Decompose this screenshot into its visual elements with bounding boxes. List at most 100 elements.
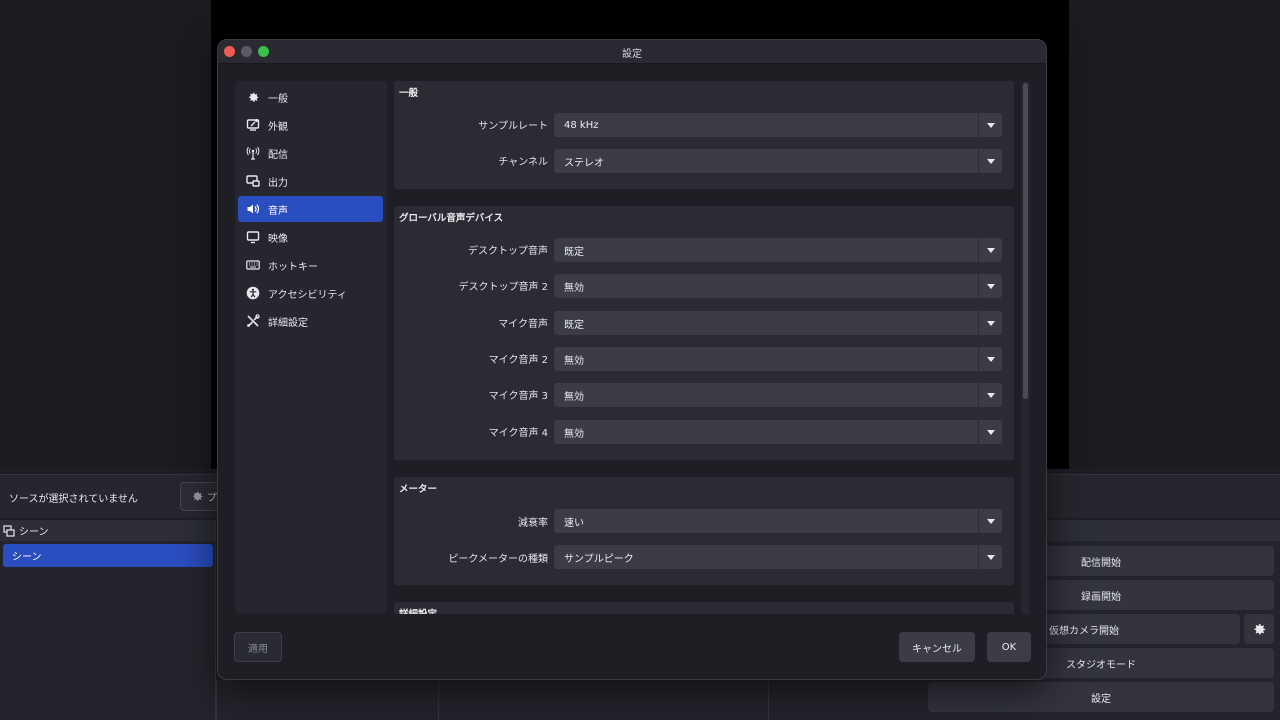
sample-rate-label: サンプルレート: [478, 121, 548, 132]
mic-audio-3-select[interactable]: 無効: [554, 383, 1002, 407]
desktop-audio-2-select[interactable]: 無効: [554, 274, 1002, 298]
keyboard-icon: [246, 258, 260, 272]
properties-button-label: プ: [207, 493, 217, 504]
accessibility-icon: [246, 286, 260, 300]
group-title: メーター: [399, 484, 438, 495]
advanced-group: 詳細設定: [394, 602, 1014, 614]
no-source-label: ソースが選択されていません: [9, 494, 138, 505]
gear-icon: [193, 491, 203, 501]
group-title: 一般: [399, 88, 419, 99]
nav-item-label: ホットキー: [268, 261, 318, 273]
desktop-audio-2-label: デスクトップ音声 2: [458, 282, 548, 293]
decay-rate-label: 減衰率: [518, 518, 548, 529]
chevron-down-icon: [978, 383, 1002, 407]
mic-audio-3-label: マイク音声 3: [488, 391, 548, 402]
scenes-header-label: シーン: [19, 527, 49, 538]
ok-button[interactable]: OK: [987, 632, 1031, 662]
tools-icon: [246, 314, 260, 328]
scenes-icon: [3, 524, 15, 537]
speaker-icon: [246, 202, 260, 216]
nav-item-label: 出力: [268, 177, 288, 189]
nav-item-label: 映像: [268, 233, 288, 245]
peak-meter-type-value: サンプルピーク: [564, 553, 634, 565]
channels-label: チャンネル: [498, 157, 548, 168]
apply-button[interactable]: 適用: [234, 632, 282, 662]
desktop-audio-label: デスクトップ音声: [468, 246, 548, 257]
chevron-down-icon: [978, 545, 1002, 569]
nav-item-label: アクセシビリティ: [268, 289, 347, 301]
channels-value: ステレオ: [564, 157, 604, 169]
chevron-down-icon: [978, 149, 1002, 173]
monitor-icon: [246, 230, 260, 244]
dialog-title: 設定: [622, 49, 642, 60]
scene-list-item[interactable]: シーン: [3, 544, 213, 567]
background-right-panel: [1069, 0, 1280, 469]
dialog-titlebar: 設定: [218, 40, 1046, 64]
chevron-down-icon: [978, 509, 1002, 533]
peak-meter-type-select[interactable]: サンプルピーク: [554, 545, 1002, 569]
nav-item-audio[interactable]: 音声: [238, 196, 383, 222]
cancel-button[interactable]: キャンセル: [899, 632, 975, 662]
scenes-dock: シーン シーン: [0, 520, 216, 720]
mic-audio-2-select[interactable]: 無効: [554, 347, 1002, 371]
nav-item-hotkeys[interactable]: ホットキー: [238, 252, 383, 278]
nav-item-advanced[interactable]: 詳細設定: [238, 308, 383, 334]
mic-audio-select[interactable]: 既定: [554, 311, 1002, 335]
chevron-down-icon: [978, 238, 1002, 262]
chevron-down-icon: [978, 274, 1002, 298]
general-group: 一般 サンプルレート 48 kHz チャンネル ステレオ: [394, 81, 1014, 189]
appearance-icon: [246, 118, 260, 132]
mixer-dock-remnant: [438, 680, 768, 720]
chevron-down-icon: [978, 311, 1002, 335]
gear-icon: [246, 90, 260, 104]
group-title: 詳細設定: [399, 606, 437, 614]
mic-audio-4-label: マイク音声 4: [488, 428, 548, 439]
sample-rate-select[interactable]: 48 kHz: [554, 113, 1002, 137]
virtual-camera-settings-button[interactable]: [1244, 614, 1274, 644]
nav-item-stream[interactable]: 配信: [238, 140, 383, 166]
channels-select[interactable]: ステレオ: [554, 149, 1002, 173]
decay-rate-select[interactable]: 速い: [554, 509, 1002, 533]
nav-item-label: 配信: [268, 149, 288, 161]
nav-item-general[interactable]: 一般: [238, 84, 383, 110]
desktop-audio-value: 既定: [564, 246, 584, 258]
desktop-audio-select[interactable]: 既定: [554, 238, 1002, 262]
nav-item-appearance[interactable]: 外観: [238, 112, 383, 138]
mic-audio-2-value: 無効: [564, 355, 584, 367]
chevron-down-icon: [978, 113, 1002, 137]
settings-dialog: 設定 一般 外観 配信 出力 音声 映像 ホットキー アクセシビリティ 詳細設定…: [217, 39, 1047, 680]
mic-audio-2-label: マイク音声 2: [488, 355, 548, 366]
chevron-down-icon: [978, 347, 1002, 371]
mic-audio-4-value: 無効: [564, 428, 584, 440]
nav-item-label: 音声: [268, 205, 288, 217]
nav-item-label: 外観: [268, 121, 288, 133]
nav-item-label: 一般: [268, 93, 288, 105]
mic-audio-3-value: 無効: [564, 391, 584, 403]
sample-rate-value: 48 kHz: [564, 119, 599, 131]
nav-item-label: 詳細設定: [268, 317, 308, 329]
content-scrollbar[interactable]: [1021, 81, 1030, 614]
audio-settings-content: 一般 サンプルレート 48 kHz チャンネル ステレオ グローバル音声デバイス…: [394, 81, 1014, 614]
nav-item-video[interactable]: 映像: [238, 224, 383, 250]
settings-nav: 一般 外観 配信 出力 音声 映像 ホットキー アクセシビリティ 詳細設定: [235, 81, 387, 613]
peak-meter-type-label: ピークメーターの種類: [448, 554, 548, 565]
settings-button[interactable]: 設定: [928, 682, 1274, 712]
group-title: グローバル音声デバイス: [399, 213, 504, 224]
chevron-down-icon: [978, 420, 1002, 444]
background-left-panel: [0, 0, 211, 469]
decay-rate-value: 速い: [564, 517, 584, 529]
global-audio-devices-group: グローバル音声デバイス デスクトップ音声 既定 デスクトップ音声 2 無効 マイ…: [394, 206, 1014, 460]
mic-audio-value: 既定: [564, 319, 584, 331]
scrollbar-thumb[interactable]: [1023, 83, 1028, 399]
scenes-header: シーン: [0, 520, 215, 541]
broadcast-icon: [246, 146, 260, 160]
gear-icon: [1254, 623, 1265, 634]
transitions-dock-remnant: [768, 680, 922, 720]
nav-item-accessibility[interactable]: アクセシビリティ: [238, 280, 383, 306]
mic-audio-label: マイク音声: [498, 319, 548, 330]
nav-item-output[interactable]: 出力: [238, 168, 383, 194]
mic-audio-4-select[interactable]: 無効: [554, 420, 1002, 444]
sources-dock-remnant: [216, 680, 438, 720]
desktop-audio-2-value: 無効: [564, 282, 584, 294]
output-icon: [246, 174, 260, 188]
